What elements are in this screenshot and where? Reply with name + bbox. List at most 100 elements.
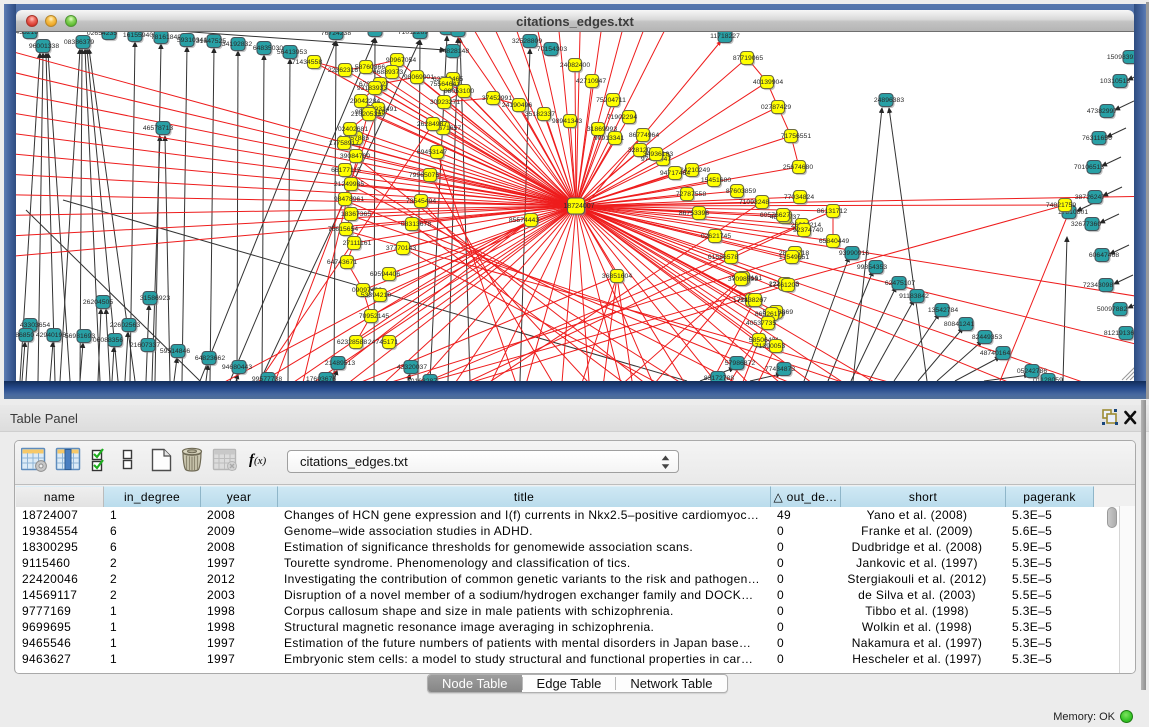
svg-text:70154303: 70154303 <box>537 46 567 53</box>
svg-text:69453147: 69453147 <box>417 149 447 156</box>
svg-text:77434873: 77434873 <box>765 366 795 373</box>
svg-text:08313678: 08313678 <box>401 221 431 228</box>
svg-text:86131712: 86131712 <box>817 208 847 215</box>
svg-text:94680443: 94680443 <box>222 364 252 371</box>
svg-text:71434558: 71434558 <box>292 59 322 66</box>
svg-text:42710947: 42710947 <box>576 78 606 85</box>
svg-text:80841241: 80841241 <box>944 321 974 328</box>
svg-text:29042284: 29042284 <box>350 98 380 105</box>
svg-text:32528809: 32528809 <box>512 38 542 45</box>
svg-text:65840449: 65840449 <box>819 238 849 245</box>
svg-text:17758917: 17758917 <box>329 140 359 147</box>
svg-text:15098393: 15098393 <box>1107 54 1134 61</box>
svg-text:81219136: 81219136 <box>1104 330 1134 337</box>
svg-text:76724238: 76724238 <box>321 32 351 37</box>
svg-text:10310518: 10310518 <box>1100 78 1130 85</box>
svg-text:62475107: 62475107 <box>885 280 915 287</box>
svg-text:90967054: 90967054 <box>386 57 416 64</box>
svg-text:56981693: 56981693 <box>65 333 95 340</box>
svg-text:71093248: 71093248 <box>739 199 769 206</box>
svg-text:(x): (x) <box>254 455 267 467</box>
svg-text:46578713: 46578713 <box>143 125 173 132</box>
svg-text:66889373: 66889373 <box>373 69 403 76</box>
svg-text:98478961: 98478961 <box>334 196 364 203</box>
svg-text:94717464: 94717464 <box>660 170 690 177</box>
svg-text:11718227: 11718227 <box>710 33 740 40</box>
svg-text:64743671: 64743671 <box>327 259 357 266</box>
svg-text:79965075: 79965075 <box>409 172 439 179</box>
svg-text:93990916: 93990916 <box>839 250 869 257</box>
svg-text:02654235: 02654235 <box>87 32 117 37</box>
svg-text:82449353: 82449353 <box>972 334 1002 341</box>
svg-text:40139904: 40139904 <box>753 79 783 86</box>
svg-text:18451462: 18451462 <box>442 32 472 34</box>
svg-text:92374740: 92374740 <box>793 227 823 234</box>
svg-text:38726247: 38726247 <box>1075 194 1105 201</box>
svg-text:35182337: 35182337 <box>525 111 555 118</box>
svg-text:34192832: 34192832 <box>222 41 252 48</box>
svg-text:34936183: 34936183 <box>643 151 673 158</box>
svg-text:25674680: 25674680 <box>783 164 813 171</box>
svg-text:36851604: 36851604 <box>602 273 632 280</box>
svg-text:93183933: 93183933 <box>357 85 387 92</box>
svg-text:32677360: 32677360 <box>1071 221 1101 228</box>
svg-text:22602563: 22602563 <box>110 322 140 329</box>
svg-text:48740164: 48740164 <box>980 350 1010 357</box>
svg-text:71902294: 71902294 <box>607 114 637 121</box>
svg-text:86774964: 86774964 <box>629 132 659 139</box>
svg-text:70952145: 70952145 <box>359 313 389 320</box>
svg-text:76311656: 76311656 <box>1082 135 1112 142</box>
svg-text:53394210: 53394210 <box>361 292 391 299</box>
svg-text:04828148: 04828148 <box>439 48 469 55</box>
svg-text:18367365: 18367365 <box>341 211 371 218</box>
svg-text:17549651: 17549651 <box>779 254 809 261</box>
svg-text:60647468: 60647468 <box>1089 252 1119 259</box>
svg-text:02402681: 02402681 <box>338 126 368 133</box>
svg-text:49696532: 49696532 <box>360 32 390 34</box>
svg-text:64823662: 64823662 <box>195 355 225 362</box>
svg-text:30923271: 30923271 <box>430 99 460 106</box>
svg-text:21249985: 21249985 <box>334 181 364 188</box>
svg-text:85574443: 85574443 <box>509 217 539 224</box>
svg-text:39084700: 39084700 <box>340 153 370 160</box>
svg-text:61586578: 61586578 <box>708 254 738 261</box>
svg-text:57986872: 57986872 <box>725 360 755 367</box>
svg-text:98069901: 98069901 <box>404 74 434 81</box>
svg-text:75204711: 75204711 <box>596 97 626 104</box>
svg-text:10433218: 10433218 <box>16 32 38 36</box>
svg-text:71756551: 71756551 <box>781 133 811 140</box>
svg-text:98941343: 98941343 <box>552 118 582 125</box>
svg-text:13542784: 13542784 <box>928 307 958 314</box>
svg-text:27111161: 27111161 <box>343 240 372 247</box>
svg-text:08053100: 08053100 <box>444 88 474 95</box>
svg-text:71390053: 71390053 <box>755 343 785 350</box>
svg-text:16155940: 16155940 <box>123 32 153 39</box>
svg-text:31586923: 31586923 <box>140 295 170 302</box>
svg-text:08386379: 08386379 <box>64 39 94 46</box>
svg-text:42940196: 42940196 <box>36 332 66 339</box>
svg-text:70106513: 70106513 <box>1074 164 1104 171</box>
svg-text:91183842: 91183842 <box>899 293 929 300</box>
svg-text:37098593: 37098593 <box>728 276 758 283</box>
svg-text:02621745: 02621745 <box>701 233 731 240</box>
svg-text:21607337: 21607337 <box>130 342 160 349</box>
svg-text:17461200: 17461200 <box>769 282 799 289</box>
svg-text:50097882: 50097882 <box>1097 306 1127 313</box>
svg-text:69594406: 69594406 <box>370 271 400 278</box>
svg-text:74821759: 74821759 <box>1046 202 1076 209</box>
svg-text:90913341: 90913341 <box>594 135 624 142</box>
svg-text:02787429: 02787429 <box>761 104 791 111</box>
svg-text:24190496: 24190496 <box>502 102 532 109</box>
svg-text:87719065: 87719065 <box>733 55 763 62</box>
svg-text:87603859: 87603859 <box>726 188 756 195</box>
svg-text:21020539: 21020539 <box>351 111 381 118</box>
svg-text:06088356: 06088356 <box>93 337 123 344</box>
svg-text:86753396: 86753396 <box>679 210 709 217</box>
svg-text:40537735: 40537735 <box>746 320 776 327</box>
svg-text:24745171: 24745171 <box>368 339 398 346</box>
svg-text:43320037: 43320037 <box>397 364 427 371</box>
svg-text:96001338: 96001338 <box>29 43 59 50</box>
svg-text:37770143: 37770143 <box>386 245 416 252</box>
svg-text:73545494: 73545494 <box>406 198 436 205</box>
svg-text:21489513: 21489513 <box>325 360 355 367</box>
